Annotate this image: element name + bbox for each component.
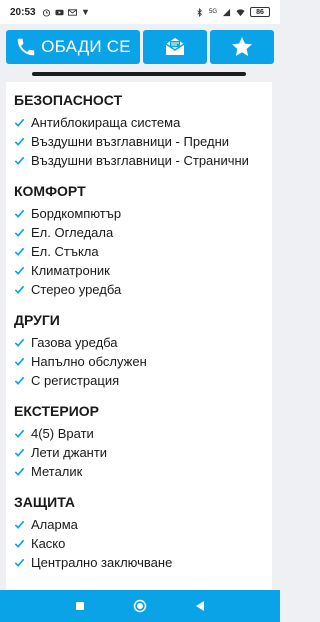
back-button[interactable]	[193, 599, 207, 613]
feature-label: Стерео уредба	[31, 282, 122, 297]
feature-label: С регистрация	[31, 373, 120, 388]
action-bar: ОБАДИ СЕ	[0, 26, 280, 68]
check-icon	[14, 228, 25, 237]
check-icon	[14, 338, 25, 347]
section-exterior: ЕКСТЕРИОР 4(5) Врати Лети джанти Металик	[14, 403, 264, 480]
feature-label: Въздушни възглавници - Странични	[31, 153, 249, 168]
square-icon	[76, 602, 84, 610]
mail-icon	[67, 8, 77, 16]
circle-icon	[133, 599, 147, 613]
envelope-icon	[165, 38, 185, 55]
section-comfort: КОМФОРТ Бордкомпютър Ел. Огледала Ел. Ст…	[14, 183, 264, 298]
system-nav-bar	[0, 590, 280, 622]
section-title: ЕКСТЕРИОР	[14, 403, 99, 419]
check-icon	[14, 118, 25, 127]
feature-label: Металик	[31, 464, 83, 479]
check-icon	[14, 137, 25, 146]
status-bar: 20:53 5G 86	[0, 0, 280, 24]
battery-indicator: 86	[250, 7, 270, 17]
feature-label: Въздушни възглавници - Предни	[31, 134, 230, 149]
youtube-icon	[55, 9, 64, 15]
check-icon	[14, 357, 25, 366]
call-button-label: ОБАДИ СЕ	[41, 37, 131, 56]
check-icon	[14, 247, 25, 256]
favorite-button[interactable]	[210, 30, 274, 64]
home-button[interactable]	[133, 599, 147, 613]
list-item: С регистрация	[14, 372, 264, 389]
check-icon	[14, 467, 25, 476]
list-item: Ел. Стъкла	[14, 243, 264, 260]
check-icon	[14, 156, 25, 165]
feature-label: Лети джанти	[31, 445, 108, 460]
list-item: Аларма	[14, 516, 264, 533]
list-item: Бордкомпютър	[14, 205, 264, 222]
phone-icon	[17, 38, 35, 56]
check-icon	[14, 520, 25, 529]
wifi-icon	[236, 8, 245, 16]
check-icon	[14, 448, 25, 457]
section-title: КОМФОРТ	[14, 183, 86, 199]
check-icon	[14, 285, 25, 294]
feature-label: Бордкомпютър	[31, 206, 122, 221]
feature-label: Аларма	[31, 517, 78, 532]
feature-label: Каско	[31, 536, 66, 551]
signal-icon	[222, 8, 231, 16]
check-icon	[14, 209, 25, 218]
alarm-icon	[42, 8, 50, 17]
list-item: 4(5) Врати	[14, 425, 264, 442]
list-item: Напълно обслужен	[14, 353, 264, 370]
call-button[interactable]: ОБАДИ СЕ	[6, 30, 140, 64]
check-icon	[14, 558, 25, 567]
check-icon	[14, 429, 25, 438]
section-title: БЕЗОПАСНОСТ	[14, 92, 123, 108]
section-safety: БЕЗОПАСНОСТ Антиблокираща система Въздуш…	[14, 92, 264, 169]
scroll-handle	[32, 72, 246, 76]
feature-label: Напълно обслужен	[31, 354, 147, 369]
triangle-back-icon	[196, 601, 204, 611]
app-icon	[82, 9, 88, 15]
section-other: ДРУГИ Газова уредба Напълно обслужен С р…	[14, 312, 264, 389]
list-item: Лети джанти	[14, 444, 264, 461]
status-time: 20:53	[10, 6, 36, 18]
list-item: Стерео уредба	[14, 281, 264, 298]
star-icon	[232, 37, 252, 56]
feature-label: Антиблокираща система	[31, 115, 181, 130]
list-item: Въздушни възглавници - Предни	[14, 133, 264, 150]
feature-label: Климатроник	[31, 263, 110, 278]
list-item: Каско	[14, 535, 264, 552]
recents-button[interactable]	[73, 599, 87, 613]
section-title: ДРУГИ	[14, 312, 60, 328]
bluetooth-icon	[197, 7, 202, 17]
check-icon	[14, 539, 25, 548]
section-title: ЗАЩИТА	[14, 494, 75, 510]
features-card: БЕЗОПАСНОСТ Антиблокираща система Въздуш…	[6, 82, 272, 590]
list-item: Металик	[14, 463, 264, 480]
check-icon	[14, 266, 25, 275]
check-icon	[14, 376, 25, 385]
feature-label: Ел. Стъкла	[31, 244, 99, 259]
network-type: 5G	[208, 9, 217, 15]
feature-label: 4(5) Врати	[31, 426, 94, 441]
feature-label: Централно заключване	[31, 555, 173, 570]
list-item: Централно заключване	[14, 554, 264, 571]
message-button[interactable]	[143, 30, 207, 64]
list-item: Антиблокираща система	[14, 114, 264, 131]
section-protection: ЗАЩИТА Аларма Каско Централно заключване	[14, 494, 264, 571]
list-item: Климатроник	[14, 262, 264, 279]
list-item: Въздушни възглавници - Странични	[14, 152, 264, 169]
list-item: Ел. Огледала	[14, 224, 264, 241]
feature-label: Ел. Огледала	[31, 225, 114, 240]
feature-label: Газова уредба	[31, 335, 118, 350]
list-item: Газова уредба	[14, 334, 264, 351]
